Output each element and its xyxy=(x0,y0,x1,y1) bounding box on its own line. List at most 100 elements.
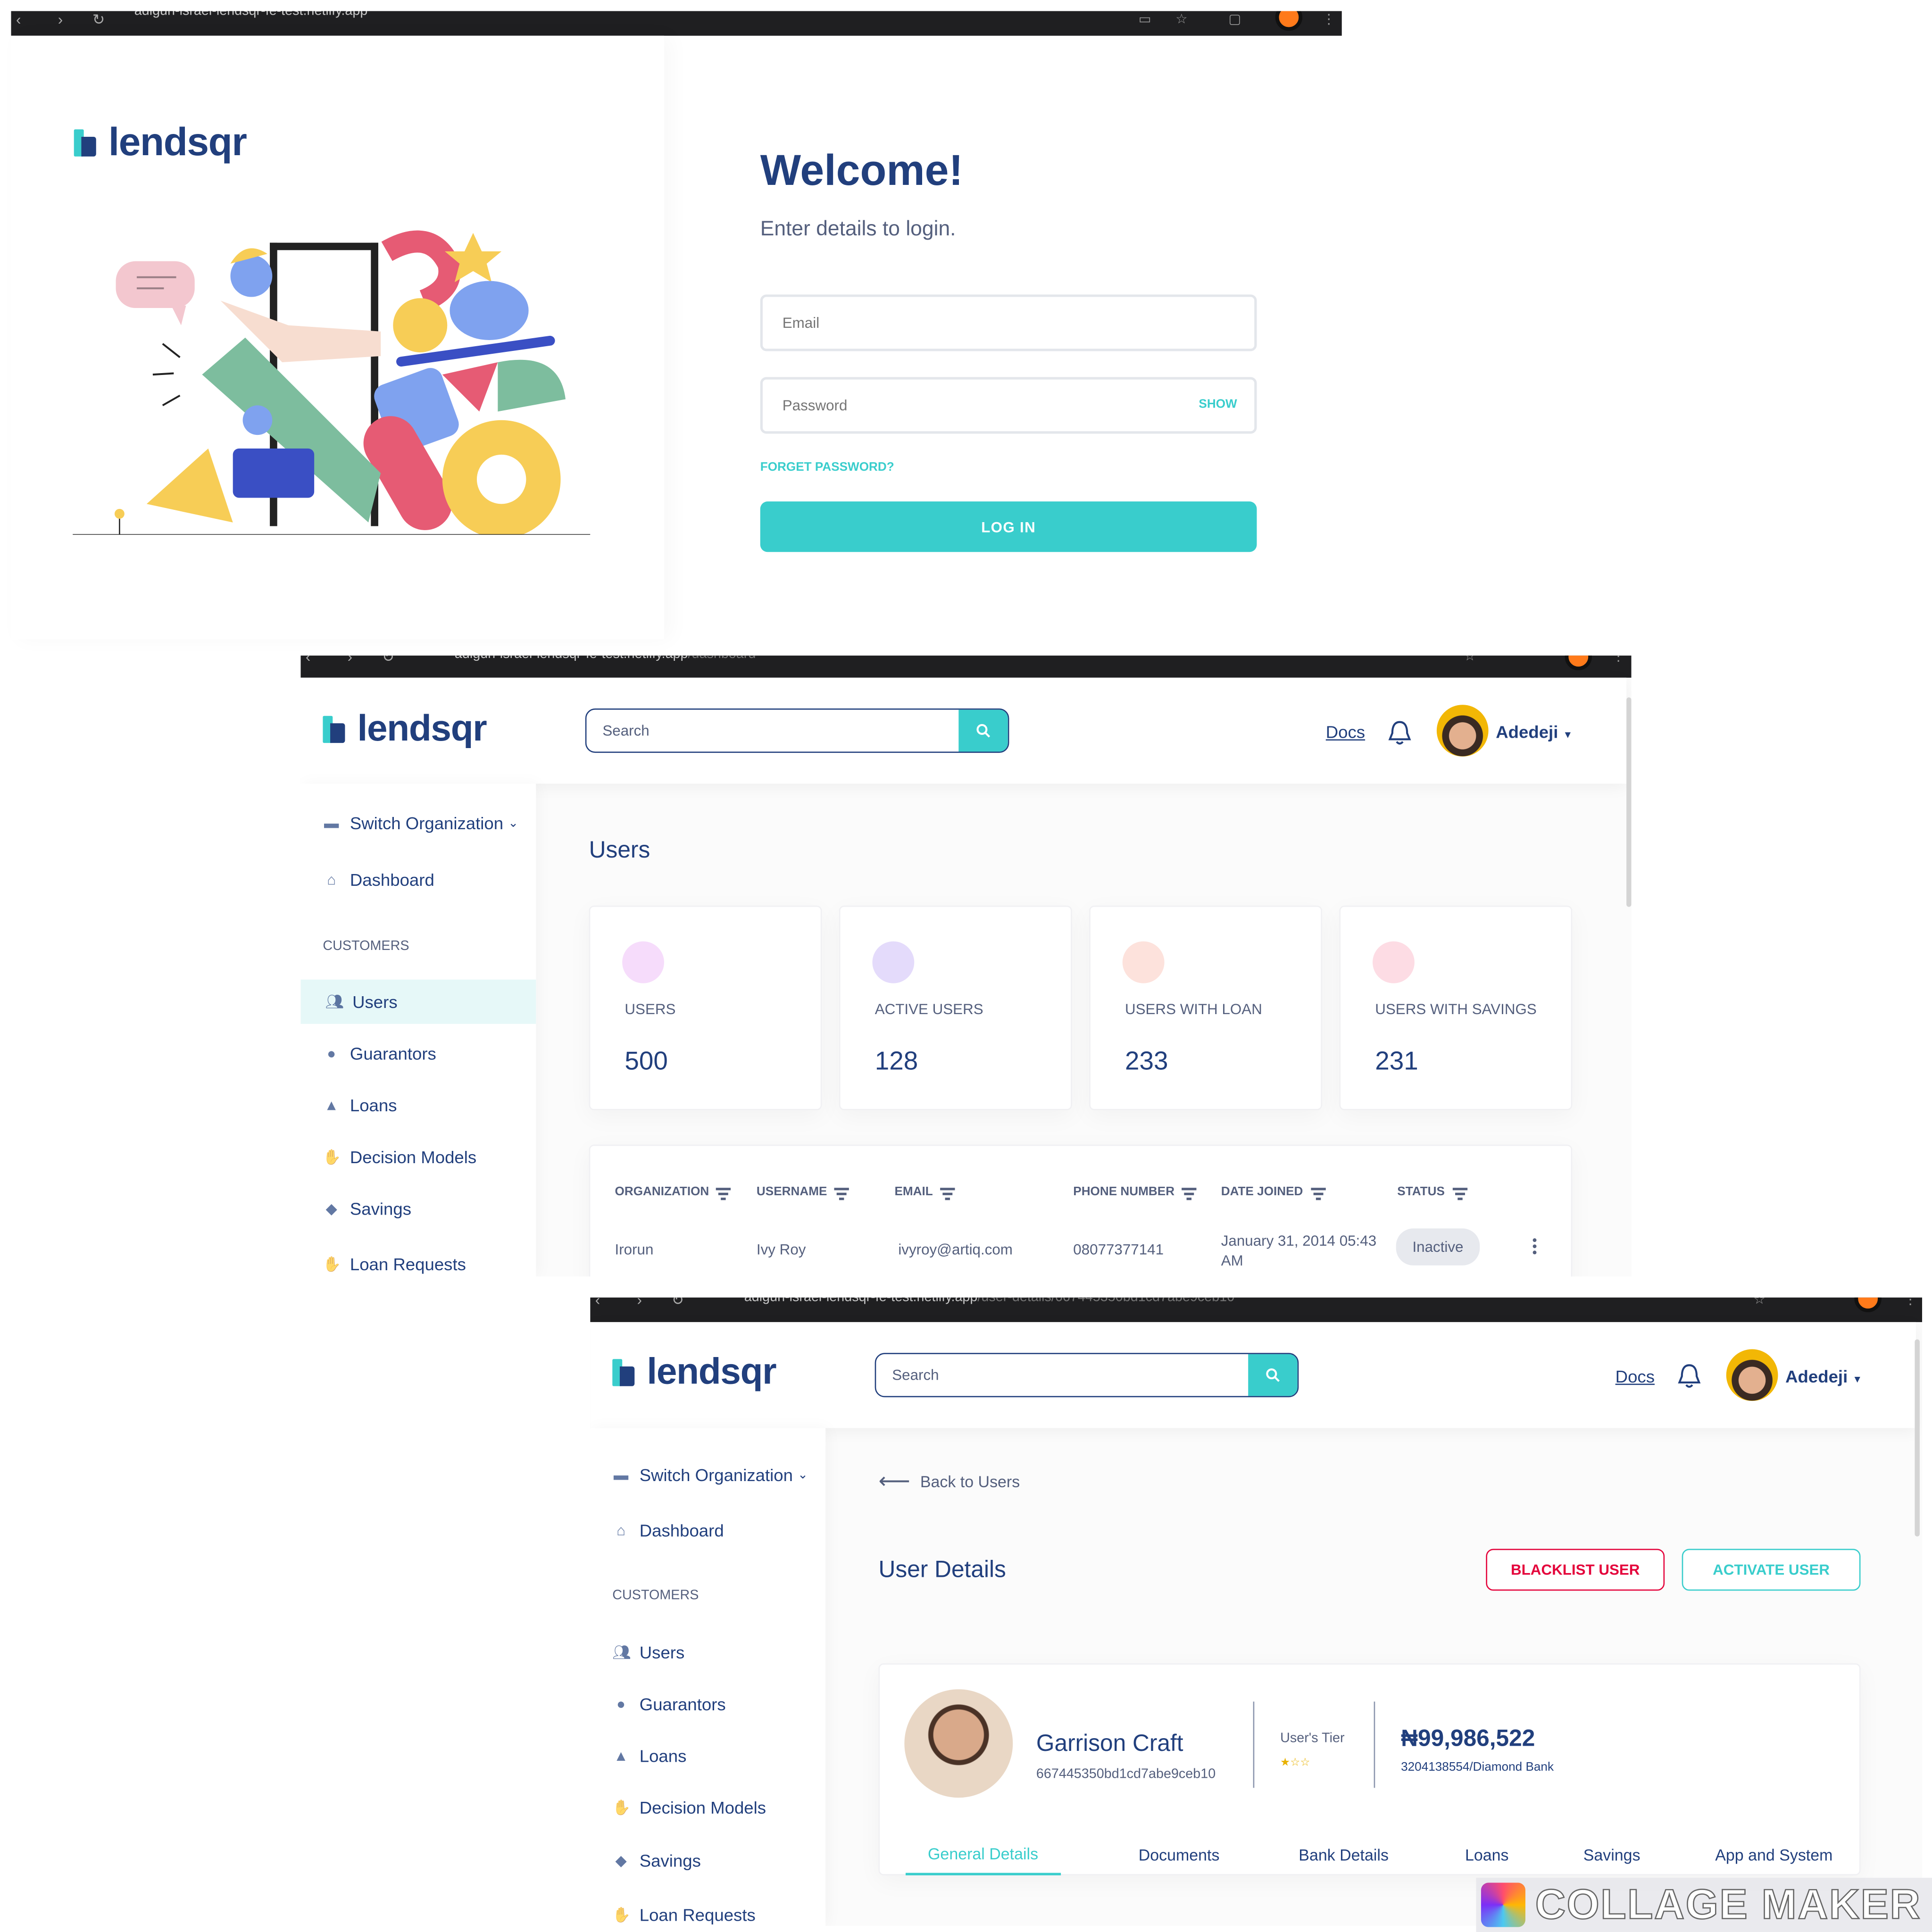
menu-dots-icon[interactable]: ⋮ xyxy=(1612,656,1625,664)
column-header-date-joined[interactable]: DATE JOINED xyxy=(1221,1185,1325,1200)
sidebar-item-label: Loan Requests xyxy=(639,1905,756,1925)
sidebar-item-loans[interactable]: ▲ Loans xyxy=(323,1095,532,1115)
filter-icon[interactable] xyxy=(1310,1187,1325,1200)
column-header-status[interactable]: STATUS xyxy=(1397,1185,1467,1200)
user-id: 667445350bd1cd7abe9ceb10 xyxy=(1036,1766,1216,1782)
search-bar[interactable]: Search xyxy=(585,708,1009,753)
show-password-toggle[interactable]: SHOW xyxy=(1199,398,1237,412)
extension-icon[interactable]: ▢ xyxy=(1228,11,1241,27)
docs-link[interactable]: Docs xyxy=(1616,1366,1655,1386)
cell-username: Ivy Roy xyxy=(756,1241,806,1258)
reload-icon[interactable]: ↻ xyxy=(92,11,105,29)
reload-icon[interactable]: ↻ xyxy=(672,1298,684,1309)
scrollbar[interactable] xyxy=(1626,697,1632,907)
back-to-users-link[interactable]: ⟵ Back to Users xyxy=(879,1469,1020,1495)
collage-maker-watermark: COLLAGE MAKER xyxy=(1476,1878,1932,1932)
user-name-text: Adedeji xyxy=(1496,722,1558,742)
stat-card-active-users: ACTIVE USERS 128 xyxy=(839,906,1072,1110)
sidebar-item-users[interactable]: 👥︎ Users xyxy=(300,979,536,1024)
active-users-icon xyxy=(872,941,915,983)
tab-documents[interactable]: Documents xyxy=(1139,1846,1220,1864)
scrollbar[interactable] xyxy=(1915,1339,1920,1537)
user-avatar[interactable] xyxy=(1726,1349,1778,1401)
filter-icon[interactable] xyxy=(834,1187,849,1200)
tab-loans[interactable]: Loans xyxy=(1465,1846,1509,1864)
back-icon[interactable]: ‹ xyxy=(306,656,310,666)
screen-icon[interactable]: ▭ xyxy=(1139,11,1151,27)
email-input[interactable] xyxy=(762,297,1255,349)
profile-avatar-icon[interactable] xyxy=(1854,1297,1882,1313)
sidebar-item-dashboard[interactable]: ⌂ Dashboard xyxy=(323,870,532,890)
email-field[interactable] xyxy=(760,294,1257,351)
address-bar[interactable]: adigun-israel-lendsqr-fe-test.netlify.ap… xyxy=(134,11,368,19)
user-photo xyxy=(904,1689,1013,1798)
filter-icon[interactable] xyxy=(1452,1187,1467,1200)
search-input[interactable]: Search xyxy=(586,710,958,752)
menu-dots-icon[interactable]: ⋮ xyxy=(1904,1298,1917,1307)
menu-dots-icon[interactable]: ⋮ xyxy=(1322,11,1336,27)
header-label: USERNAME xyxy=(756,1185,827,1199)
column-header-username[interactable]: USERNAME xyxy=(756,1185,849,1200)
user-name[interactable]: Adedeji ▼ xyxy=(1785,1366,1862,1386)
sidebar-item-savings[interactable]: ◆ Savings xyxy=(612,1851,822,1871)
header-label: ORGANIZATION xyxy=(615,1185,709,1199)
column-header-organization[interactable]: ORGANIZATION xyxy=(615,1185,732,1200)
browser-bar: ‹ › ↻ adigun-israel-lendsqr-fe-test.netl… xyxy=(300,655,1632,678)
back-icon[interactable]: ‹ xyxy=(16,11,21,29)
handshake-icon: ✋ xyxy=(323,1148,341,1166)
sidebar-item-savings[interactable]: ◆ Savings xyxy=(323,1199,532,1219)
sidebar-item-guarantors[interactable]: ● Guarantors xyxy=(612,1694,822,1714)
switch-organization[interactable]: ▬ Switch Organization ⌄ xyxy=(323,813,532,833)
search-button[interactable] xyxy=(1248,1354,1298,1396)
activate-user-button[interactable]: ACTIVATE USER xyxy=(1682,1549,1861,1591)
bell-icon[interactable] xyxy=(1677,1363,1701,1390)
back-icon[interactable]: ‹ xyxy=(595,1298,600,1309)
forgot-password-link[interactable]: FORGET PASSWORD? xyxy=(760,461,894,475)
address-bar[interactable]: adigun-israel-lendsqr-fe-test.netlify.ap… xyxy=(455,656,756,662)
login-button[interactable]: LOG IN xyxy=(760,501,1257,552)
sidebar-item-guarantors[interactable]: ● Guarantors xyxy=(323,1044,532,1064)
user-name[interactable]: Adedeji ▼ xyxy=(1496,722,1573,742)
bookmark-star-icon[interactable]: ☆ xyxy=(1175,11,1188,27)
tab-app-and-system[interactable]: App and System xyxy=(1715,1846,1832,1864)
password-input[interactable] xyxy=(762,379,1255,432)
tab-savings[interactable]: Savings xyxy=(1583,1846,1641,1864)
search-bar[interactable]: Search xyxy=(874,1353,1299,1398)
password-field[interactable]: SHOW xyxy=(760,377,1257,434)
search-button[interactable] xyxy=(958,709,1008,752)
column-header-phone[interactable]: PHONE NUMBER xyxy=(1073,1185,1197,1200)
bookmark-star-icon[interactable]: ☆ xyxy=(1753,1298,1765,1307)
switch-organization[interactable]: ▬ Switch Organization ⌄ xyxy=(612,1465,822,1485)
sidebar-item-users[interactable]: 👥︎ Users xyxy=(612,1642,822,1662)
bookmark-star-icon[interactable]: ☆ xyxy=(1464,656,1476,664)
sidebar-item-loans[interactable]: ▲ Loans xyxy=(612,1746,822,1766)
search-input[interactable]: Search xyxy=(876,1354,1248,1396)
lendsqr-logo[interactable]: lendsqr xyxy=(323,708,487,750)
column-header-email[interactable]: EMAIL xyxy=(894,1185,955,1200)
user-avatar[interactable] xyxy=(1436,705,1489,757)
bell-icon[interactable] xyxy=(1387,720,1412,747)
filter-icon[interactable] xyxy=(1182,1187,1197,1200)
sidebar-item-decision-models[interactable]: ✋ Decision Models xyxy=(612,1798,822,1817)
row-actions-icon[interactable] xyxy=(1532,1238,1538,1257)
lendsqr-logo[interactable]: lendsqr xyxy=(612,1352,777,1394)
blacklist-user-button[interactable]: BLACKLIST USER xyxy=(1486,1549,1665,1591)
reload-icon[interactable]: ↻ xyxy=(382,656,394,666)
tab-general-details[interactable]: General Details xyxy=(906,1845,1061,1875)
collage-maker-logo-icon xyxy=(1481,1882,1525,1927)
forward-icon[interactable]: › xyxy=(58,11,63,29)
address-bar[interactable]: adigun-israel-lendsqr-fe-test.netlify.ap… xyxy=(744,1298,1234,1305)
profile-avatar-icon[interactable] xyxy=(1275,11,1303,31)
forward-icon[interactable]: › xyxy=(637,1298,642,1309)
tab-bank-details[interactable]: Bank Details xyxy=(1299,1846,1389,1864)
profile-avatar-icon[interactable] xyxy=(1565,655,1592,671)
speech-bubble-icon xyxy=(116,261,195,308)
filter-icon[interactable] xyxy=(716,1187,732,1200)
docs-link[interactable]: Docs xyxy=(1326,722,1365,742)
sidebar-item-decision-models[interactable]: ✋ Decision Models xyxy=(323,1147,532,1167)
sidebar-item-loan-requests[interactable]: ✋ Loan Requests xyxy=(323,1254,532,1274)
sidebar-item-loan-requests[interactable]: ✋ Loan Requests xyxy=(612,1905,822,1925)
sidebar-item-dashboard[interactable]: ⌂ Dashboard xyxy=(612,1521,822,1541)
forward-icon[interactable]: › xyxy=(348,656,352,666)
filter-icon[interactable] xyxy=(940,1187,955,1200)
